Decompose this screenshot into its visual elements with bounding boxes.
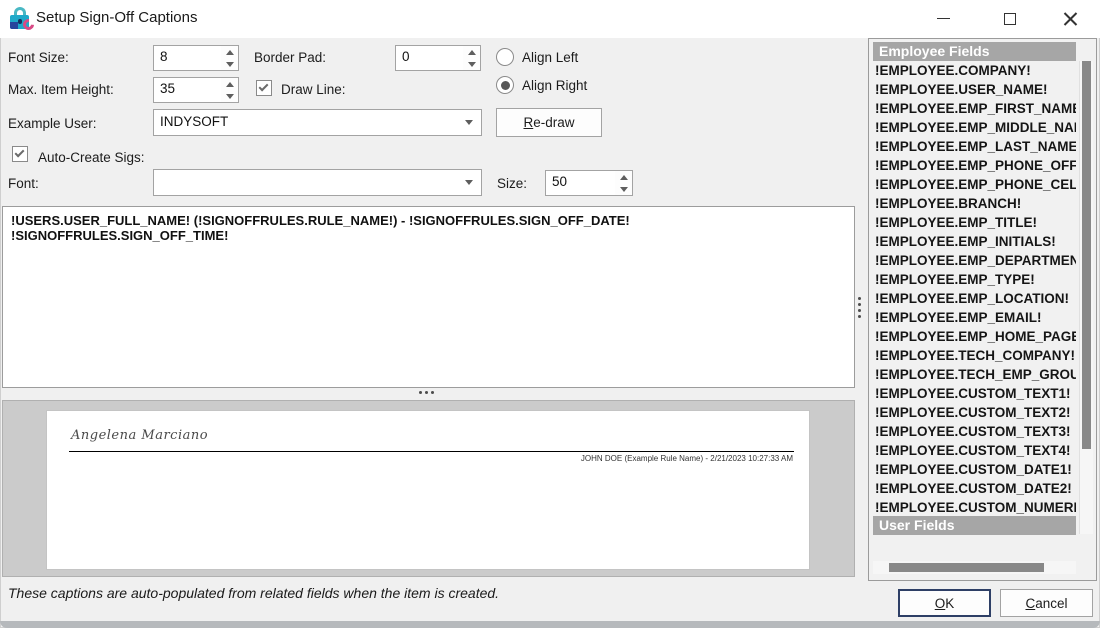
field-list-item[interactable]: !EMPLOYEE.EMP_INITIALS! — [873, 232, 1076, 251]
size-spin-down[interactable] — [615, 183, 632, 195]
minimize-icon — [937, 18, 950, 19]
auto-create-sigs-label: Auto-Create Sigs: — [38, 150, 145, 165]
font-dropdown[interactable] — [153, 169, 482, 196]
draw-line-label: Draw Line: — [281, 82, 346, 97]
font-size-label: Font Size: — [8, 50, 69, 65]
max-item-height-label: Max. Item Height: — [8, 82, 114, 97]
size-label: Size: — [497, 176, 527, 191]
setup-signoff-captions-dialog: Setup Sign-Off Captions Font Size: Borde… — [0, 0, 1100, 628]
field-list-item[interactable]: !EMPLOYEE.CUSTOM_TEXT2! — [873, 403, 1076, 422]
title-bar: Setup Sign-Off Captions — [0, 0, 1100, 38]
caption-template-input[interactable]: !USERS.USER_FULL_NAME! (!SIGNOFFRULES.RU… — [2, 206, 855, 388]
preview-signature: Angelena Marciano — [71, 428, 208, 443]
draw-line-checkbox[interactable] — [256, 80, 272, 96]
example-user-label: Example User: — [8, 116, 97, 131]
field-list-item[interactable]: !EMPLOYEE.CUSTOM_NUMERIC1! — [873, 498, 1076, 517]
vertical-splitter-handle[interactable] — [858, 297, 861, 318]
field-list-item[interactable]: !EMPLOYEE.EMP_PHONE_OFFICE! — [873, 156, 1076, 175]
check-icon — [15, 148, 25, 158]
border-pad-label: Border Pad: — [254, 50, 326, 65]
field-list-item[interactable]: !EMPLOYEE.EMP_LAST_NAME! — [873, 137, 1076, 156]
signature-line — [69, 451, 794, 452]
border-pad-input[interactable]: 0 — [395, 45, 481, 71]
field-list-item[interactable]: !EMPLOYEE.CUSTOM_TEXT1! — [873, 384, 1076, 403]
align-right-radio[interactable] — [496, 76, 514, 94]
field-list-item[interactable]: !EMPLOYEE.EMP_TITLE! — [873, 213, 1076, 232]
radio-dot-icon — [501, 81, 510, 90]
preview-caption: JOHN DOE (Example Rule Name) - 2/21/2023… — [581, 454, 793, 463]
field-list-item[interactable]: !EMPLOYEE.TECH_COMPANY! — [873, 346, 1076, 365]
redraw-button[interactable]: Re-draw — [496, 108, 602, 137]
font-size-spin-down[interactable] — [221, 58, 238, 70]
field-list-item[interactable]: !EMPLOYEE.CUSTOM_DATE1! — [873, 460, 1076, 479]
window-bottom-edge — [0, 621, 1100, 628]
align-left-radio[interactable] — [496, 48, 514, 66]
size-input[interactable]: 50 — [545, 170, 633, 196]
close-icon — [1063, 11, 1078, 26]
font-label: Font: — [8, 176, 39, 191]
font-size-input[interactable]: 8 — [153, 45, 239, 71]
horizontal-scrollbar[interactable] — [873, 561, 1076, 574]
field-list-item[interactable]: !EMPLOYEE.EMP_FIRST_NAME! — [873, 99, 1076, 118]
border-pad-spin-down[interactable] — [463, 58, 480, 70]
field-list-item[interactable]: !EMPLOYEE.EMP_TYPE! — [873, 270, 1076, 289]
field-list-item[interactable]: !EMPLOYEE.CUSTOM_TEXT4! — [873, 441, 1076, 460]
align-right-label[interactable]: Align Right — [522, 78, 587, 93]
spin-down-icon — [620, 187, 628, 192]
field-list-item[interactable]: !EMPLOYEE.CUSTOM_DATE2! — [873, 479, 1076, 498]
field-list-item[interactable]: !EMPLOYEE.EMP_LOCATION! — [873, 289, 1076, 308]
auto-create-sigs-checkbox[interactable] — [12, 146, 28, 162]
close-button[interactable] — [1047, 0, 1093, 37]
field-list-item[interactable]: !EMPLOYEE.EMP_HOME_PAGE! — [873, 327, 1076, 346]
spin-down-icon — [226, 94, 234, 99]
maximize-button[interactable] — [987, 0, 1033, 37]
max-item-height-spin-down[interactable] — [221, 90, 238, 102]
maximize-icon — [1004, 13, 1016, 25]
horizontal-splitter-handle[interactable] — [419, 391, 434, 394]
font-size-spin-up[interactable] — [221, 46, 238, 58]
horizontal-scrollbar-thumb[interactable] — [889, 563, 1044, 572]
field-list-item[interactable]: !EMPLOYEE.BRANCH! — [873, 194, 1076, 213]
chevron-down-icon — [465, 120, 473, 125]
spin-down-icon — [226, 62, 234, 67]
field-list-item[interactable]: !EMPLOYEE.EMP_PHONE_CELL! — [873, 175, 1076, 194]
signature-preview-panel: Angelena Marciano JOHN DOE (Example Rule… — [2, 400, 855, 577]
spin-up-icon — [226, 82, 234, 87]
spin-up-icon — [620, 175, 628, 180]
max-item-height-spin-up[interactable] — [221, 78, 238, 90]
field-list-item[interactable]: !EMPLOYEE.TECH_EMP_GROUP! — [873, 365, 1076, 384]
spin-down-icon — [468, 62, 476, 67]
example-user-dropdown[interactable]: INDYSOFT — [153, 109, 482, 136]
field-list-item[interactable]: !EMPLOYEE.CUSTOM_TEXT3! — [873, 422, 1076, 441]
window-title: Setup Sign-Off Captions — [36, 9, 197, 26]
field-list-item[interactable]: !EMPLOYEE.EMP_EMAIL! — [873, 308, 1076, 327]
size-spin-up[interactable] — [615, 171, 632, 183]
vertical-scrollbar[interactable] — [1079, 61, 1093, 534]
app-lock-logo-icon — [10, 6, 36, 32]
field-list-item[interactable]: !EMPLOYEE.COMPANY! — [873, 61, 1076, 80]
vertical-scrollbar-thumb[interactable] — [1082, 61, 1091, 449]
check-icon — [259, 82, 269, 92]
employee-fields-header[interactable]: Employee Fields — [873, 42, 1076, 61]
user-fields-header[interactable]: User Fields — [873, 516, 1076, 535]
field-list-item[interactable]: !EMPLOYEE.EMP_DEPARTMENT! — [873, 251, 1076, 270]
field-list-item[interactable]: !EMPLOYEE.EMP_MIDDLE_NAME! — [873, 118, 1076, 137]
fields-panel: Employee Fields !EMPLOYEE.COMPANY!!EMPLO… — [868, 38, 1097, 581]
minimize-button[interactable] — [920, 0, 966, 37]
cancel-button[interactable]: Cancel — [1000, 589, 1093, 617]
max-item-height-input[interactable]: 35 — [153, 77, 239, 103]
spin-up-icon — [226, 50, 234, 55]
preview-page: Angelena Marciano JOHN DOE (Example Rule… — [46, 410, 810, 570]
footer-note: These captions are auto-populated from r… — [8, 585, 499, 601]
ok-button[interactable]: OK — [898, 589, 991, 617]
align-left-label[interactable]: Align Left — [522, 50, 578, 65]
field-list-item[interactable]: !EMPLOYEE.USER_NAME! — [873, 80, 1076, 99]
employee-field-list: !EMPLOYEE.COMPANY!!EMPLOYEE.USER_NAME!!E… — [873, 61, 1076, 534]
border-pad-spin-up[interactable] — [463, 46, 480, 58]
spin-up-icon — [468, 50, 476, 55]
chevron-down-icon — [465, 180, 473, 185]
